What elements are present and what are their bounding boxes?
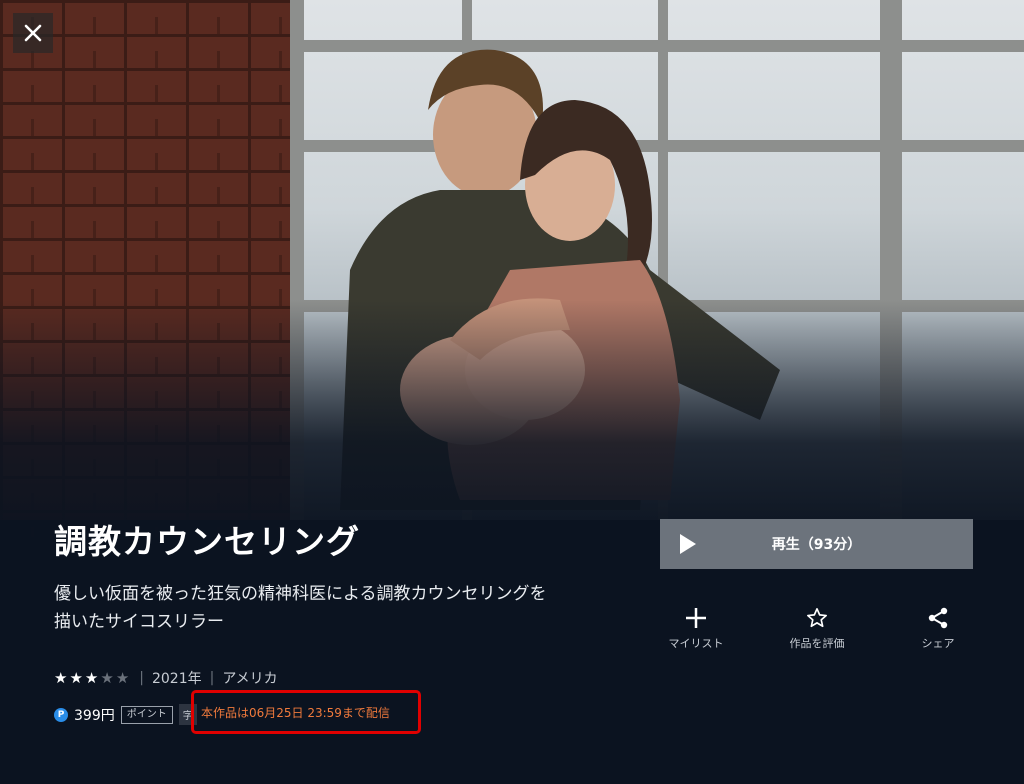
distribution-deadline: 本作品は06月25日 23:59まで配信 — [201, 705, 390, 720]
rate-label: 作品を評価 — [789, 637, 845, 650]
country: アメリカ — [222, 671, 278, 687]
play-button-label: 再生（93分） — [771, 537, 862, 553]
point-icon: P — [54, 707, 68, 722]
close-icon — [24, 24, 42, 42]
price-row: P 399円 ポイント 字 — [54, 704, 197, 725]
movie-description: 優しい仮面を被った狂気の精神科医による調教カウンセリングを描いたサイコスリラー — [54, 584, 547, 632]
meta-row: ★ ★ ★ ★ ★ | 2021年 | アメリカ — [54, 668, 278, 688]
hero-image — [0, 0, 1024, 560]
deadline-highlight: 本作品は06月25日 23:59まで配信 — [191, 690, 421, 734]
mylist-button[interactable]: マイリスト — [641, 603, 751, 651]
play-button[interactable]: 再生（93分） — [660, 519, 973, 569]
star-empty-icon: ★ — [115, 669, 130, 687]
share-label: シェア — [921, 637, 955, 650]
play-icon — [680, 534, 696, 554]
divider: | — [209, 670, 215, 686]
point-tag: ポイント — [120, 705, 173, 724]
share-button[interactable]: シェア — [883, 603, 993, 651]
star-filled-icon: ★ — [69, 669, 83, 687]
plus-icon — [686, 608, 706, 628]
close-button[interactable] — [13, 13, 53, 53]
star-empty-icon: ★ — [100, 669, 114, 687]
release-year: 2021年 — [151, 671, 202, 687]
movie-title: 調教カウンセリング — [54, 522, 360, 561]
star-filled-icon: ★ — [54, 669, 68, 687]
star-filled-icon: ★ — [84, 669, 99, 687]
divider: | — [139, 670, 144, 686]
rate-button[interactable]: 作品を評価 — [762, 603, 872, 651]
price: 399円 — [74, 707, 115, 724]
mylist-label: マイリスト — [668, 637, 724, 650]
star-outline-icon — [807, 608, 827, 628]
share-icon — [928, 607, 948, 629]
rating-stars: ★ ★ ★ ★ ★ — [54, 669, 131, 687]
